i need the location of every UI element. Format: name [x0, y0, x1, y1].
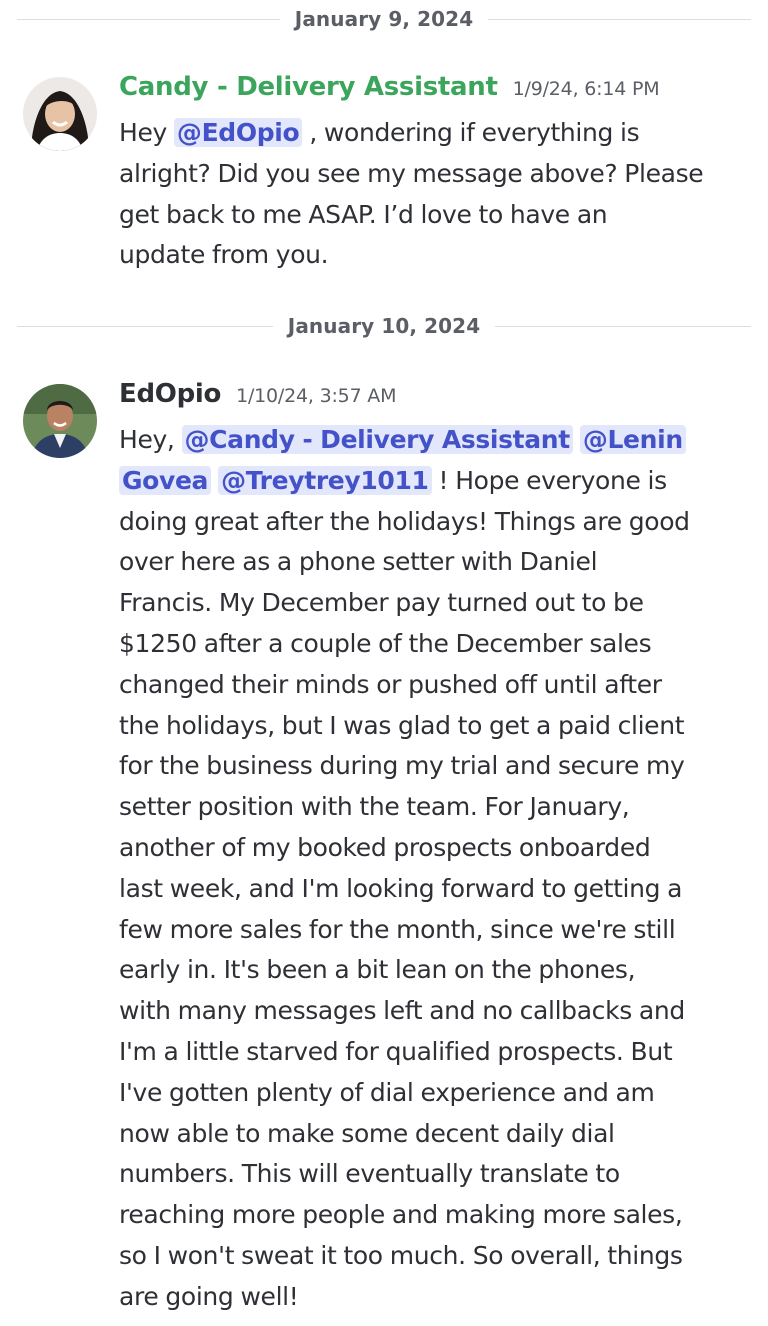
divider-line — [17, 18, 280, 20]
message-text: Hey, — [119, 425, 182, 454]
divider-line — [17, 325, 273, 327]
message-line: so I won't sweat it too much. So overall… — [119, 1240, 683, 1270]
message-line: get back to me ASAP. I’d love to have an — [119, 199, 608, 229]
message-line: $1250 after a couple of the December sal… — [119, 628, 652, 658]
message-text: ! Hope everyone is — [431, 465, 668, 495]
message-line: for the business during my trial and sec… — [119, 751, 685, 781]
date-divider: January 9, 2024 — [17, 7, 752, 31]
message-line: the holidays, but I was glad to get a pa… — [119, 710, 685, 740]
mention-treytrey1011[interactable]: @Treytrey1011 — [218, 465, 432, 495]
message-line: reaching more people and making more sal… — [119, 1200, 683, 1230]
message-text — [573, 425, 580, 454]
message-line: are going well! — [119, 1281, 299, 1311]
divider-date: January 10, 2024 — [287, 314, 481, 338]
message-line: early in. It's been a bit lean on the ph… — [119, 955, 636, 985]
mention-candy[interactable]: @Candy - Delivery Assistant — [181, 425, 573, 454]
avatar[interactable] — [23, 384, 97, 458]
message-line: over here as a phone setter with Daniel — [119, 547, 598, 577]
mention-edopio[interactable]: @EdOpio — [173, 118, 303, 147]
author-name[interactable]: EdOpio — [119, 379, 221, 409]
message-line: last week, and I'm looking forward to ge… — [119, 873, 683, 903]
message-text: Hey — [119, 118, 174, 147]
mention-lenin-govea[interactable]: Govea — [119, 465, 212, 495]
message-line: I'm a little starved for qualified prosp… — [119, 1036, 673, 1066]
avatar[interactable] — [23, 77, 97, 151]
message-text: , wondering if everything is — [302, 118, 640, 147]
message-line: numbers. This will eventually translate … — [119, 1159, 620, 1189]
message-body: Hey @EdOpio , wondering if everything is… — [119, 113, 751, 276]
divider-line — [495, 325, 751, 327]
date-divider: January 10, 2024 — [17, 314, 751, 338]
edopio-avatar-image — [23, 384, 97, 458]
message-line: few more sales for the month, since we'r… — [119, 914, 676, 944]
message-line: I've gotten plenty of dial experience an… — [119, 1077, 655, 1107]
message-line: another of my booked prospects onboarded — [119, 832, 651, 862]
message-line: Francis. My December pay turned out to b… — [119, 588, 644, 618]
message-line: update from you. — [119, 240, 329, 270]
message-line: with many messages left and no callbacks… — [119, 996, 685, 1026]
message-line: now able to make some decent daily dial — [119, 1118, 615, 1148]
message-timestamp[interactable]: 1/9/24, 6:14 PM — [513, 78, 660, 100]
divider-line — [488, 18, 752, 20]
author-name[interactable]: Candy - Delivery Assistant — [119, 72, 498, 102]
message-body: Hey, @Candy - Delivery Assistant @Lenin … — [119, 420, 751, 1318]
candy-avatar-image — [23, 77, 97, 151]
message-timestamp[interactable]: 1/10/24, 3:57 AM — [236, 385, 396, 407]
message-line: doing great after the holidays! Things a… — [119, 506, 690, 536]
message-line: alright? Did you see my message above? P… — [119, 158, 704, 188]
message-line: setter position with the team. For Janua… — [119, 792, 630, 822]
divider-date: January 9, 2024 — [294, 7, 474, 31]
message-line: changed their minds or pushed off until … — [119, 669, 662, 699]
mention-lenin-govea[interactable]: @Lenin — [579, 425, 686, 454]
